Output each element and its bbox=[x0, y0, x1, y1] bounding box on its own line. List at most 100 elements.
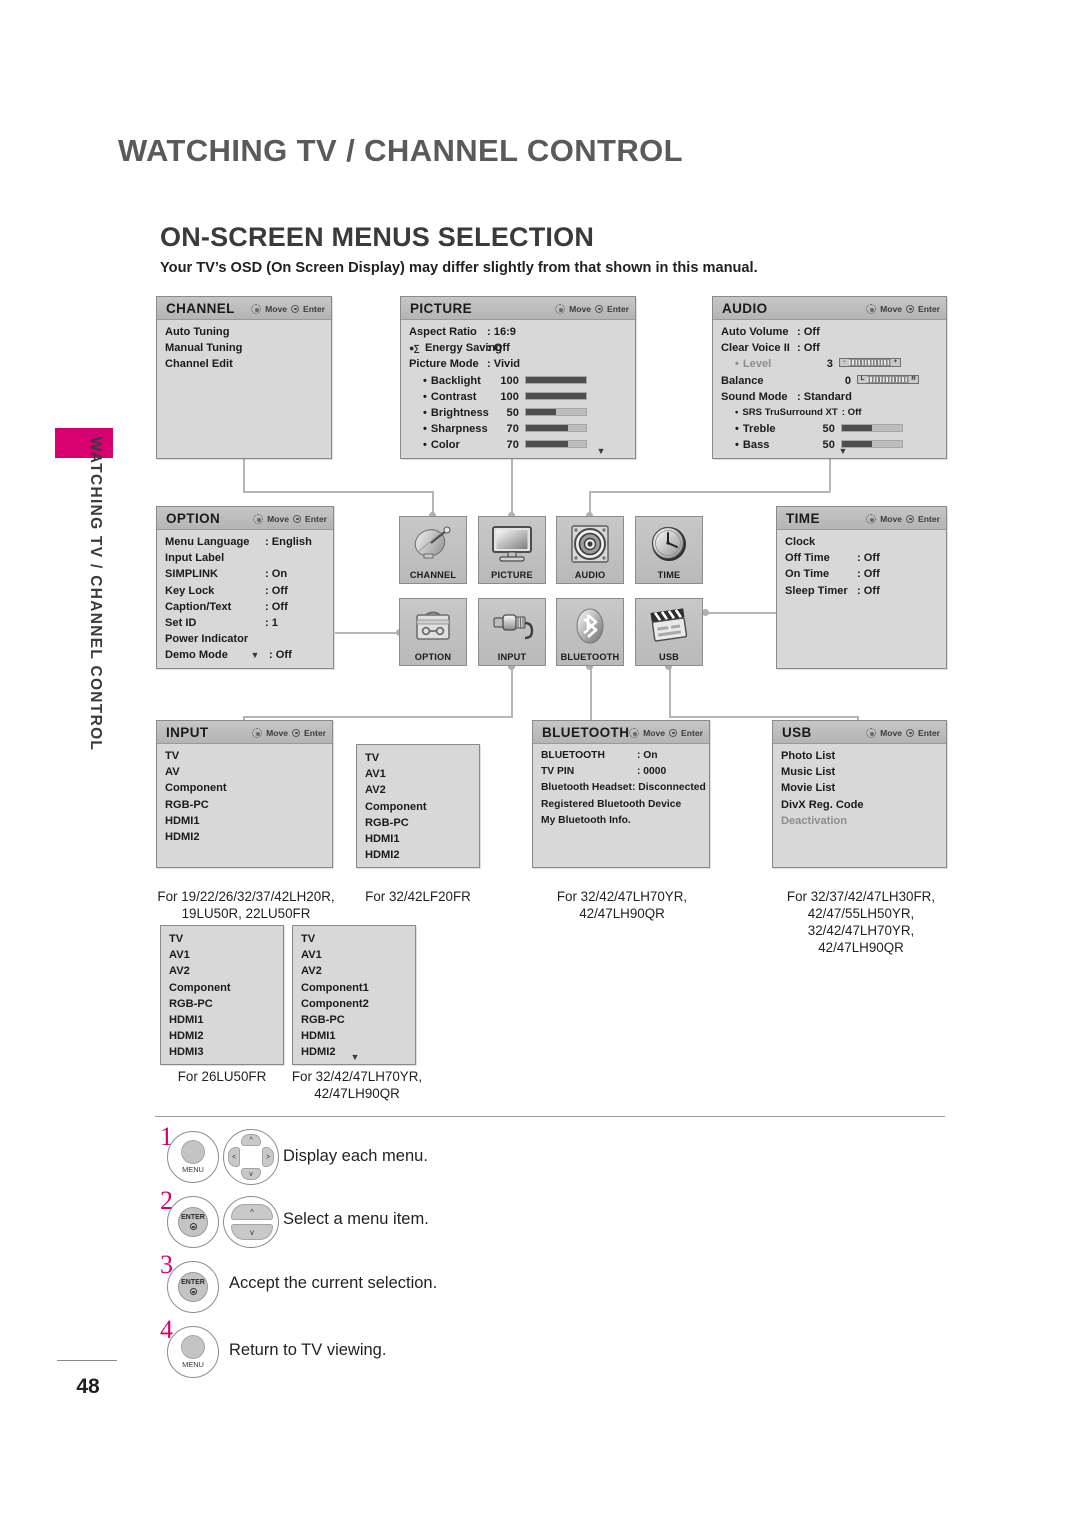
tile-time[interactable]: TIME bbox=[635, 516, 703, 584]
menu-item[interactable]: Photo List bbox=[773, 750, 946, 766]
slider-row[interactable]: • Backlight 100 bbox=[401, 375, 635, 391]
menu-item[interactable]: HDMI2 bbox=[157, 831, 332, 847]
menu-item[interactable]: Demo Mode ▼ : Off bbox=[157, 649, 333, 665]
tile-bluetooth[interactable]: BLUETOOTH bbox=[556, 598, 624, 666]
menu-item[interactable]: Menu Language: English bbox=[157, 536, 333, 552]
menu-item[interactable]: HDMI1 bbox=[293, 1030, 415, 1046]
menu-item[interactable]: Movie List bbox=[773, 782, 946, 798]
menu-item[interactable]: AV1 bbox=[293, 949, 415, 965]
level-row[interactable]: • Level 3 - + bbox=[713, 358, 946, 374]
slider-row[interactable]: • Sharpness 70 bbox=[401, 423, 635, 439]
menu-item[interactable]: TV PIN: 0000 bbox=[533, 766, 709, 782]
panel-bluetooth[interactable]: BLUETOOTH Move Enter BLUETOOTH: On TV PI… bbox=[532, 720, 710, 868]
menu-item[interactable]: TV bbox=[161, 933, 283, 949]
menu-item[interactable]: Music List bbox=[773, 766, 946, 782]
menu-item[interactable]: HDMI1 bbox=[357, 833, 479, 849]
panel-input-variant-26lu50fr[interactable]: TV AV1 AV2 Component RGB-PC HDMI1 HDMI2 … bbox=[160, 925, 284, 1065]
panel-usb[interactable]: USB Move Enter Photo List Music List Mov… bbox=[772, 720, 947, 868]
menu-item[interactable]: ●∑ Energy Saving : Off bbox=[401, 342, 635, 358]
tile-picture[interactable]: PICTURE bbox=[478, 516, 546, 584]
slider-bar[interactable] bbox=[524, 375, 587, 384]
menu-item[interactable]: Component1 bbox=[293, 982, 415, 998]
slider-bar[interactable] bbox=[524, 407, 587, 416]
menu-item[interactable]: Component bbox=[357, 801, 479, 817]
menu-item[interactable]: Key Lock: Off bbox=[157, 585, 333, 601]
panel-input-variant-lh70yr[interactable]: TV AV1 AV2 Component1 Component2 RGB-PC … bbox=[292, 925, 416, 1065]
menu-item[interactable]: Auto Volume : Off bbox=[713, 326, 946, 342]
menu-item[interactable]: Component2 bbox=[293, 998, 415, 1014]
menu-item[interactable]: AV2 bbox=[357, 784, 479, 800]
tile-input[interactable]: INPUT bbox=[478, 598, 546, 666]
menu-item[interactable]: AV1 bbox=[161, 949, 283, 965]
slider-bar[interactable] bbox=[840, 440, 903, 449]
menu-item[interactable]: TV bbox=[157, 750, 332, 766]
menu-item[interactable]: RGB-PC bbox=[161, 998, 283, 1014]
tile-usb[interactable]: USB bbox=[635, 598, 703, 666]
panel-channel[interactable]: CHANNEL Move Enter Auto Tuning Manual Tu… bbox=[156, 296, 332, 459]
menu-item[interactable]: Component bbox=[161, 982, 283, 998]
menu-item[interactable]: TV bbox=[293, 933, 415, 949]
menu-button-4[interactable]: MENU bbox=[167, 1326, 219, 1378]
menu-item[interactable]: HDMI3 bbox=[161, 1046, 283, 1062]
dpad-right-icon[interactable]: > bbox=[262, 1147, 274, 1167]
menu-item[interactable]: Clock bbox=[777, 536, 946, 552]
slider-bar[interactable] bbox=[524, 424, 587, 433]
menu-item[interactable]: Clear Voice II : Off bbox=[713, 342, 946, 358]
menu-item[interactable]: RGB-PC bbox=[357, 817, 479, 833]
menu-item[interactable]: Sound Mode : Standard bbox=[713, 391, 946, 407]
scroll-down-arrow[interactable]: ▼ bbox=[839, 447, 848, 456]
menu-item[interactable]: TV bbox=[357, 752, 479, 768]
enter-button-2[interactable]: ENTER bbox=[167, 1196, 219, 1248]
panel-input[interactable]: INPUT Move Enter TV AV Component RGB-PC … bbox=[156, 720, 333, 868]
slider-bar[interactable] bbox=[524, 391, 587, 400]
scroll-down-arrow[interactable]: ▼ bbox=[597, 447, 606, 456]
menu-item[interactable]: BLUETOOTH: On bbox=[533, 750, 709, 766]
slider-row[interactable]: • Bass 50 bbox=[713, 439, 946, 455]
menu-item[interactable]: Power Indicator bbox=[157, 633, 333, 649]
menu-item[interactable]: Input Label bbox=[157, 552, 333, 568]
balance-meter[interactable]: LR bbox=[857, 374, 919, 384]
menu-item[interactable]: RGB-PC bbox=[157, 799, 332, 815]
panel-option[interactable]: OPTION Move Enter Menu Language: English… bbox=[156, 506, 334, 669]
updown-control-2[interactable]: ^ v bbox=[223, 1196, 279, 1248]
tile-audio[interactable]: AUDIO bbox=[556, 516, 624, 584]
panel-input-variant-lf20fr[interactable]: TV AV1 AV2 Component RGB-PC HDMI1 HDMI2 bbox=[356, 744, 480, 868]
dpad-up-icon[interactable]: ^ bbox=[241, 1134, 261, 1146]
menu-item[interactable]: DivX Reg. Code bbox=[773, 799, 946, 815]
menu-item[interactable]: AV1 bbox=[357, 768, 479, 784]
menu-item[interactable]: Component bbox=[157, 782, 332, 798]
scroll-down-arrow[interactable]: ▼ bbox=[351, 1053, 360, 1062]
balance-row[interactable]: Balance 0 LR bbox=[713, 374, 946, 391]
menu-item[interactable]: Bluetooth Headset: Disconnected bbox=[533, 782, 709, 798]
menu-item[interactable]: HDMI1 bbox=[157, 815, 332, 831]
menu-item[interactable]: Registered Bluetooth Device bbox=[533, 799, 709, 815]
menu-item[interactable]: HDMI1 bbox=[161, 1014, 283, 1030]
slider-bar[interactable] bbox=[840, 424, 903, 433]
menu-item[interactable]: My Bluetooth Info. bbox=[533, 815, 709, 831]
dpad-control-1[interactable]: ^ v < > bbox=[223, 1129, 279, 1185]
slider-row[interactable]: • Brightness 50 bbox=[401, 407, 635, 423]
menu-item[interactable]: Aspect Ratio : 16:9 bbox=[401, 326, 635, 342]
arrow-down-icon[interactable]: v bbox=[231, 1224, 273, 1240]
menu-item[interactable]: Auto Tuning bbox=[157, 326, 331, 342]
slider-row[interactable]: • Contrast 100 bbox=[401, 391, 635, 407]
enter-button-3[interactable]: ENTER bbox=[167, 1261, 219, 1313]
dpad-down-icon[interactable]: v bbox=[241, 1168, 261, 1180]
panel-audio[interactable]: AUDIO Move Enter Auto Volume : Off Clear… bbox=[712, 296, 947, 459]
menu-item[interactable]: HDMI2 bbox=[161, 1030, 283, 1046]
menu-item[interactable]: On Time: Off bbox=[777, 568, 946, 584]
tile-option[interactable]: OPTION bbox=[399, 598, 467, 666]
menu-item[interactable]: Manual Tuning bbox=[157, 342, 331, 358]
menu-item[interactable]: AV bbox=[157, 766, 332, 782]
menu-item[interactable]: SIMPLINK: On bbox=[157, 568, 333, 584]
slider-row[interactable]: • Treble 50 bbox=[713, 423, 946, 439]
menu-item[interactable]: Sleep Timer: Off bbox=[777, 585, 946, 601]
menu-item[interactable]: Set ID: 1 bbox=[157, 617, 333, 633]
panel-picture[interactable]: PICTURE Move Enter Aspect Ratio : 16:9 ●… bbox=[400, 296, 636, 459]
slider-bar[interactable] bbox=[524, 440, 587, 449]
menu-item[interactable]: Caption/Text: Off bbox=[157, 601, 333, 617]
menu-item[interactable]: • SRS TruSurround XT : Off bbox=[713, 407, 946, 423]
arrow-up-icon[interactable]: ^ bbox=[231, 1204, 273, 1220]
menu-item[interactable]: Off Time: Off bbox=[777, 552, 946, 568]
menu-item[interactable]: AV2 bbox=[293, 965, 415, 981]
